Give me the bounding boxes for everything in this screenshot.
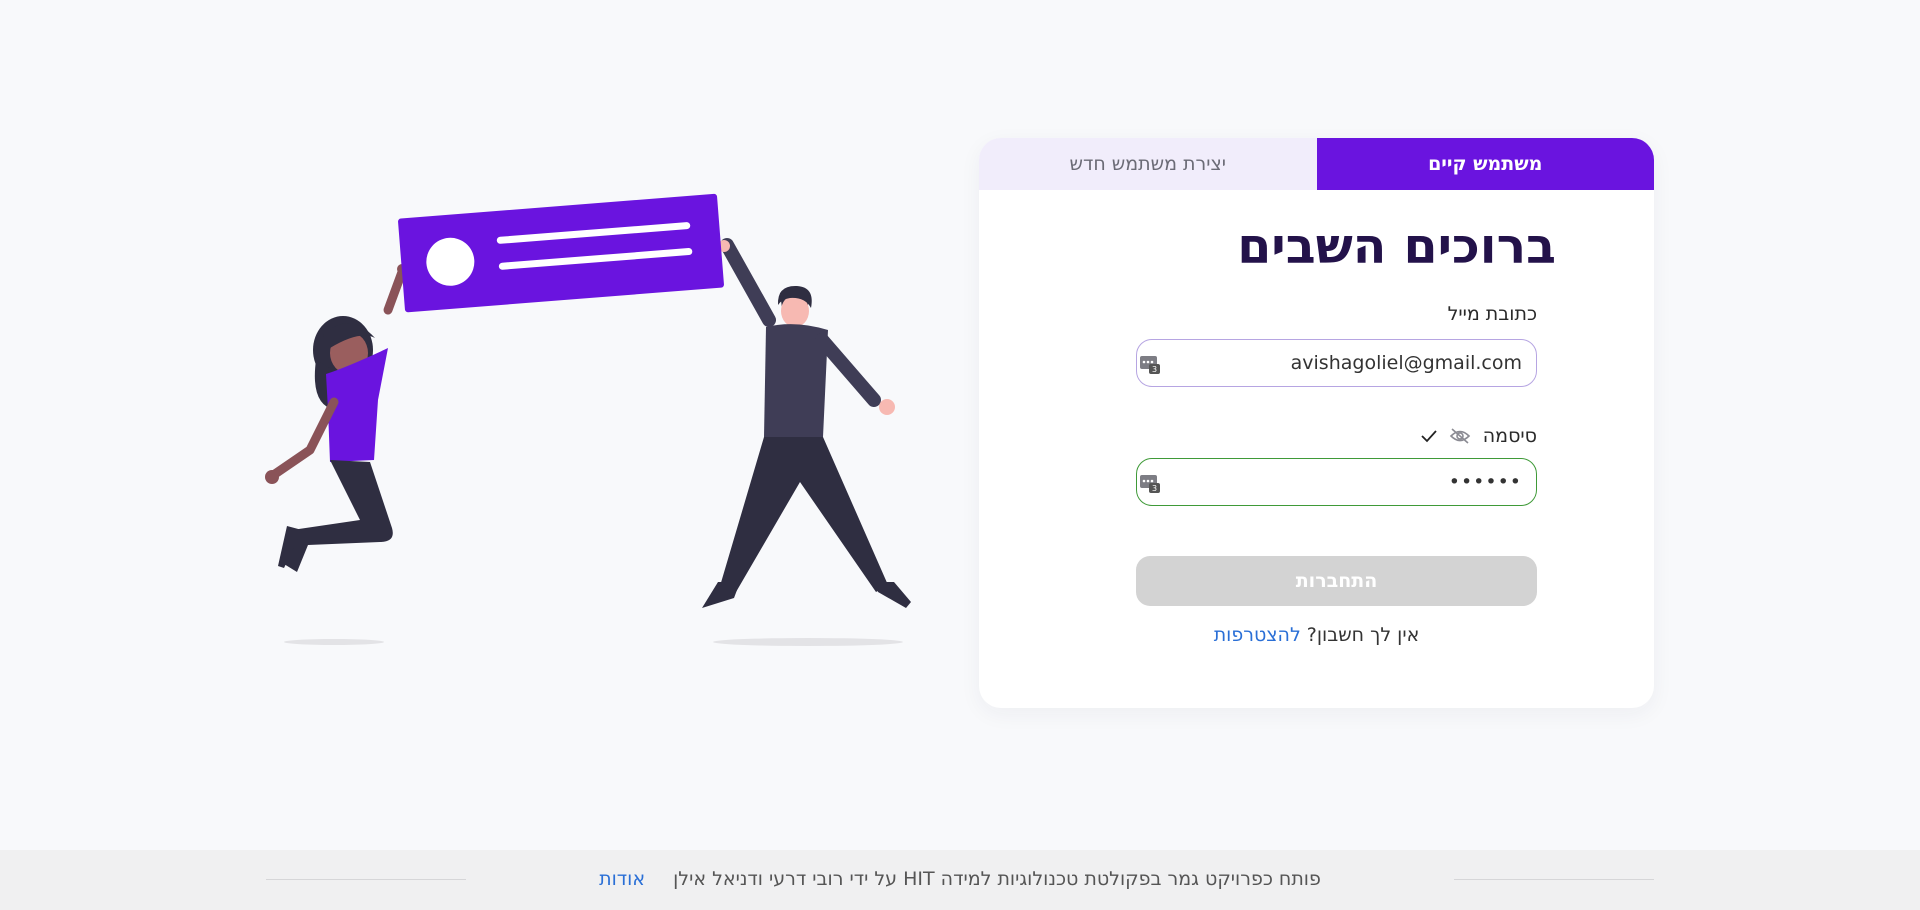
password-label: סיסמה — [1482, 425, 1537, 447]
page-title: ברוכים השבים — [1237, 218, 1556, 275]
email-field-wrapper: 3 — [1136, 339, 1537, 387]
email-field[interactable] — [1151, 352, 1522, 374]
footer-credit: פותח כפרויקט גמר בפקולטת טכנולוגיות למיד… — [0, 868, 1920, 890]
man-figure — [702, 285, 911, 608]
auth-tabs: משתמש קיים יצירת משתמש חדש — [979, 138, 1654, 190]
svg-text:3: 3 — [1152, 484, 1157, 493]
key-icon[interactable]: 3 — [1139, 472, 1161, 494]
about-link[interactable]: אודות — [599, 868, 645, 890]
signup-prompt: אין לך חשבון? להצטרפות — [979, 624, 1654, 646]
login-button[interactable]: התחברות — [1136, 556, 1537, 606]
footer-credit-text: פותח כפרויקט גמר בפקולטת טכנולוגיות למיד… — [673, 868, 1321, 890]
signup-link[interactable]: להצטרפות — [1214, 624, 1301, 646]
password-label-row: סיסמה — [1421, 423, 1537, 449]
banner-card — [398, 193, 724, 313]
footer: פותח כפרויקט גמר בפקולטת טכנולוגיות למיד… — [0, 850, 1920, 910]
email-label: כתובת מייל — [1447, 303, 1537, 325]
login-card: משתמש קיים יצירת משתמש חדש ברוכים השבים … — [979, 138, 1654, 708]
woman-shadow — [284, 639, 384, 645]
woman-figure — [265, 316, 393, 572]
tab-new-user[interactable]: יצירת משתמש חדש — [979, 138, 1317, 190]
man-shadow — [713, 638, 903, 646]
password-field[interactable] — [1151, 471, 1522, 493]
tab-existing-user[interactable]: משתמש קיים — [1316, 138, 1654, 190]
eye-off-icon[interactable] — [1449, 427, 1471, 445]
key-icon[interactable]: 3 — [1139, 353, 1161, 375]
check-icon — [1421, 429, 1437, 443]
hero-illustration — [250, 180, 930, 660]
no-account-text: אין לך חשבון? — [1306, 624, 1420, 646]
password-field-wrapper: 3 — [1136, 458, 1537, 506]
svg-text:3: 3 — [1152, 365, 1157, 374]
login-page: משתמש קיים יצירת משתמש חדש ברוכים השבים … — [0, 0, 1920, 910]
